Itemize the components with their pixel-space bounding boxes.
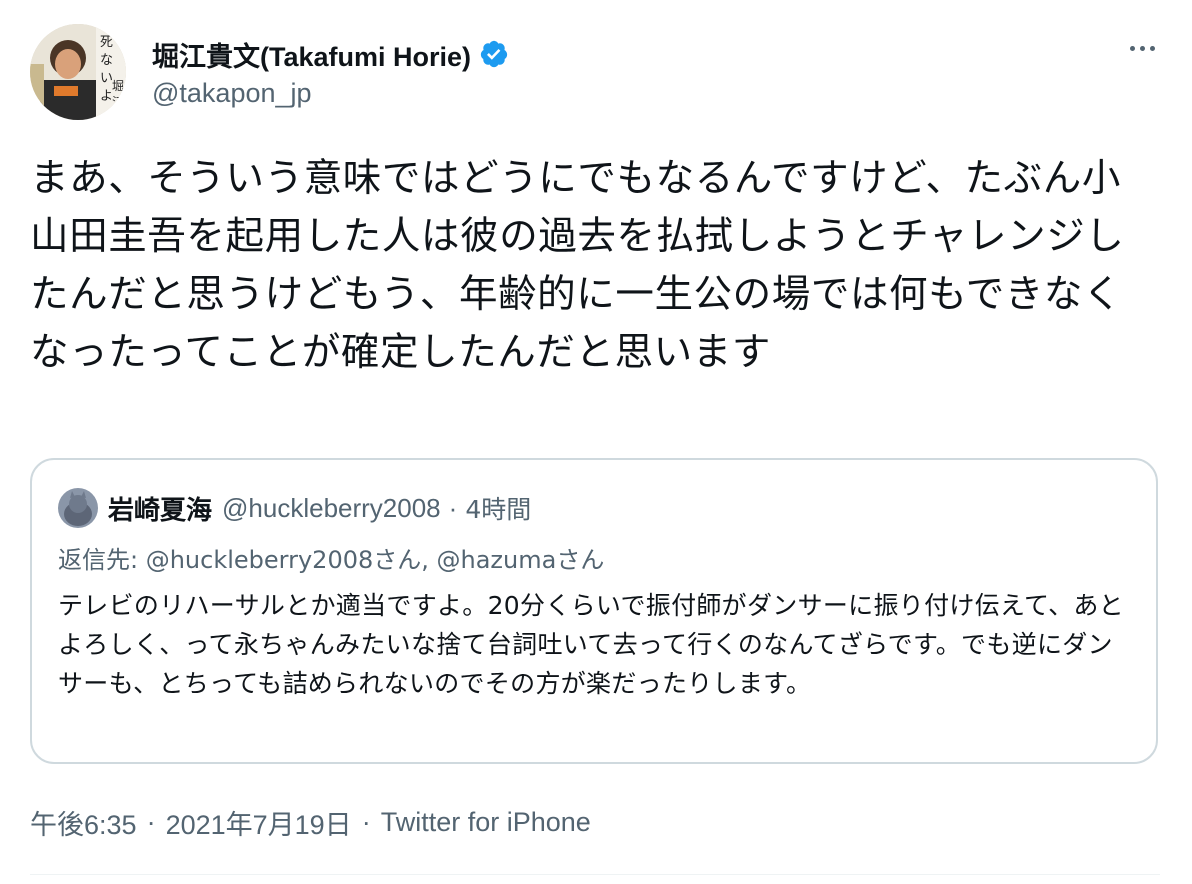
quoted-text: テレビのリハーサルとか適当ですよ。20分くらいで振付師がダンサーに振り付け伝えて… (58, 591, 1124, 698)
meta-separator-2: · (361, 807, 371, 837)
cat-avatar-icon (58, 488, 98, 528)
divider (30, 874, 1160, 875)
quoted-header: 岩崎夏海 @huckleberry2008 · 4時間 (58, 488, 531, 528)
quoted-handle: @huckleberry2008 (222, 492, 441, 523)
author-handle[interactable]: @takapon_jp (152, 78, 509, 109)
svg-text:死: 死 (100, 35, 113, 50)
tweet-header: 死 な い よ 堀 江 堀江貴文(Takafumi Horie) @takapo… (30, 24, 1170, 124)
author-names: 堀江貴文(Takafumi Horie) @takapon_jp (152, 34, 509, 109)
quoted-tweet[interactable]: 岩崎夏海 @huckleberry2008 · 4時間 返信先: @huckle… (30, 458, 1158, 764)
tweet-time[interactable]: 午後6:35 (30, 803, 137, 842)
quoted-time: 4時間 (465, 495, 532, 524)
svg-text:な: な (100, 53, 113, 68)
quoted-separator: · (448, 492, 458, 523)
meta-separator: · (146, 807, 156, 837)
more-options-icon[interactable] (1122, 38, 1162, 58)
reply-prefix: 返信先: (58, 546, 146, 574)
author-avatar[interactable]: 死 な い よ 堀 江 (30, 24, 126, 120)
tweet-source[interactable]: Twitter for iPhone (381, 807, 591, 838)
reply-context: 返信先: @huckleberry2008さん, @hazumaさん (58, 540, 604, 575)
display-name-row: 堀江貴文(Takafumi Horie) (152, 34, 509, 74)
verified-badge-icon (480, 40, 508, 68)
book-cover-avatar-icon: 死 な い よ 堀 江 (30, 24, 126, 120)
author-display-name[interactable]: 堀江貴文(Takafumi Horie) (152, 35, 471, 74)
reply-to-handles[interactable]: @huckleberry2008さん, @hazumaさん (146, 546, 605, 574)
tweet-text: まあ、そういう意味ではどうにでもなるんですけど、たぶん小山田圭吾を起用した人は彼… (30, 156, 1125, 375)
tweet-metadata: 午後6:35 · 2021年7月19日 · Twitter for iPhone (30, 803, 591, 842)
svg-text:堀: 堀 (112, 78, 124, 93)
svg-text:江: 江 (112, 95, 124, 109)
quoted-name: 岩崎夏海 (108, 495, 213, 526)
tweet-date[interactable]: 2021年7月19日 (166, 803, 352, 842)
quoted-avatar (58, 488, 98, 528)
